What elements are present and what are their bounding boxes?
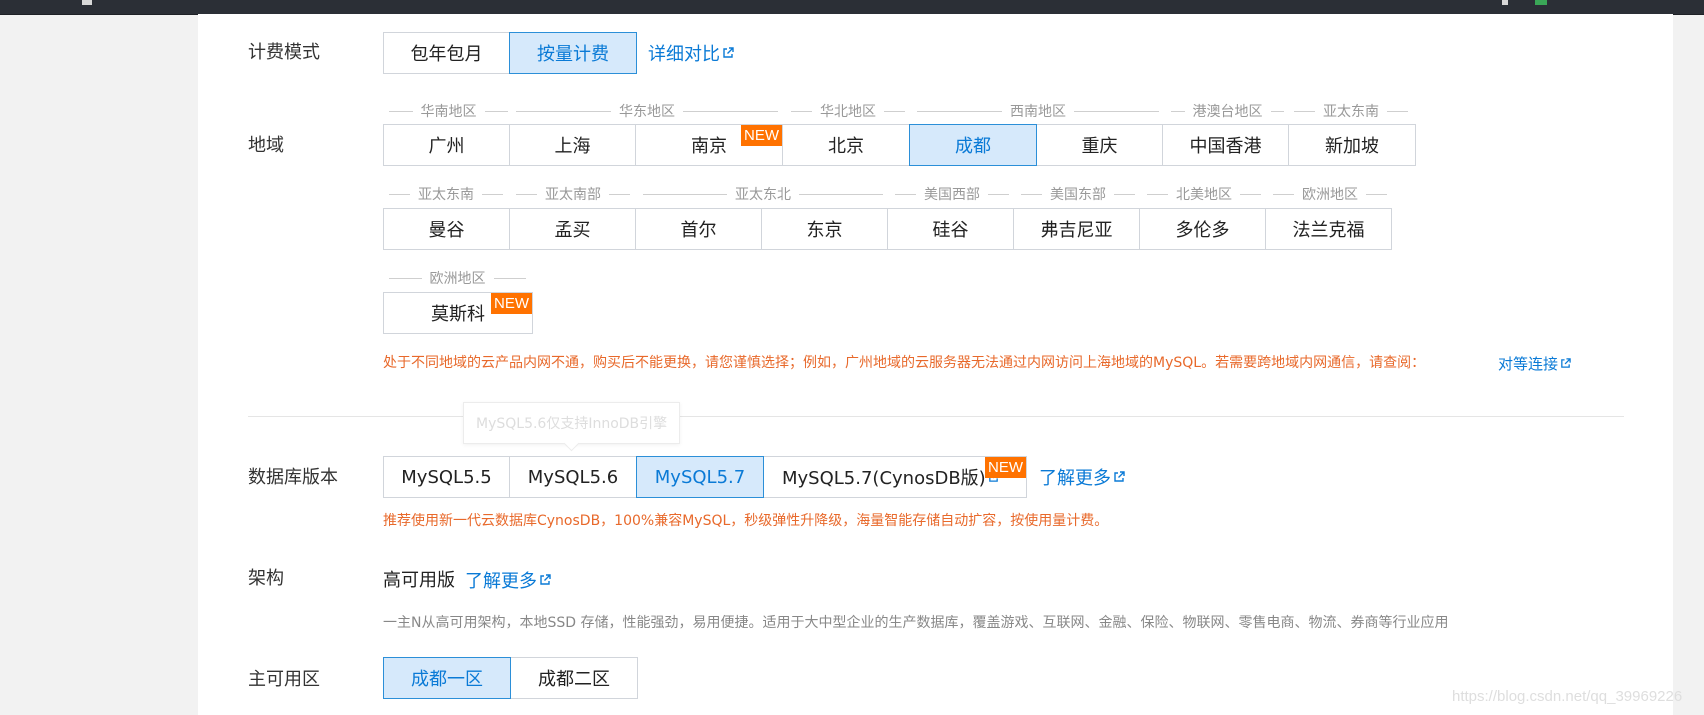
- region-option[interactable]: 广州: [383, 124, 510, 166]
- db-version-option-label: MySQL5.7(CynosDB版): [782, 468, 986, 489]
- region-option[interactable]: 北京: [782, 124, 910, 166]
- region-option[interactable]: 首尔: [635, 208, 762, 250]
- region-group-header: 华北地区: [791, 103, 905, 120]
- toolbar-mark: [1502, 0, 1508, 5]
- external-link-icon: [1561, 358, 1571, 368]
- region-group-header: 北美地区: [1147, 186, 1261, 203]
- new-badge: NEW: [985, 457, 1026, 478]
- region-option[interactable]: 孟买: [509, 208, 636, 250]
- browser-top-bar: [0, 0, 1704, 15]
- region-row-3: 莫斯科 NEW: [383, 292, 533, 334]
- region-row-1: 广州 上海 南京 NEW 北京 成都 重庆 中国香港 新加坡: [383, 124, 1416, 166]
- watermark: https://blog.csdn.net/qq_39969226: [1452, 688, 1683, 705]
- architecture-learn-more-text: 了解更多: [465, 571, 537, 592]
- peer-connection-link-text: 对等连接: [1498, 355, 1559, 373]
- peer-connection-link[interactable]: 对等连接: [1498, 353, 1571, 374]
- region-option[interactable]: 东京: [761, 208, 888, 250]
- region-group-header: 华东地区: [516, 103, 778, 120]
- region-group-header: 美国东部: [1021, 186, 1135, 203]
- region-group-header: 美国西部: [895, 186, 1009, 203]
- architecture-learn-more-link[interactable]: 了解更多: [465, 567, 551, 593]
- region-group-header: 华南地区: [389, 103, 508, 120]
- region-group-header: 欧洲地区: [1273, 186, 1387, 203]
- region-row-2: 曼谷 孟买 首尔 东京 硅谷 弗吉尼亚 多伦多 法兰克福: [383, 208, 1392, 250]
- billing-option-payg[interactable]: 按量计费: [509, 32, 637, 74]
- zone-option[interactable]: 成都二区: [510, 657, 638, 699]
- new-badge: NEW: [491, 293, 532, 314]
- db-version-option-selected[interactable]: MySQL5.7: [636, 456, 764, 498]
- region-group-header: 亚太东南: [1294, 103, 1408, 120]
- billing-compare-link-text: 详细对比: [648, 44, 720, 65]
- region-option[interactable]: 法兰克福: [1265, 208, 1392, 250]
- billing-compare-link[interactable]: 详细对比: [648, 40, 734, 66]
- new-badge: NEW: [741, 125, 782, 146]
- region-option[interactable]: 弗吉尼亚: [1013, 208, 1140, 250]
- region-group-header: 欧洲地区: [389, 270, 526, 287]
- toolbar-mark: [1535, 0, 1547, 5]
- db-version-option-cynosdb[interactable]: MySQL5.7(CynosDB版) NEW: [763, 456, 1027, 498]
- db-version-option[interactable]: MySQL5.6: [509, 456, 637, 498]
- external-link-icon: [1114, 471, 1125, 482]
- region-option[interactable]: 中国香港: [1162, 124, 1289, 166]
- billing-mode-label: 计费模式: [248, 42, 320, 63]
- region-group-header: 亚太南部: [516, 186, 630, 203]
- billing-mode-selector: 包年包月 按量计费: [383, 32, 637, 74]
- zone-option-selected[interactable]: 成都一区: [383, 657, 511, 699]
- region-option-label: 莫斯科: [431, 304, 485, 325]
- region-group-header: 港澳台地区: [1171, 103, 1284, 120]
- region-option[interactable]: 上海: [509, 124, 636, 166]
- db-version-note: 推荐使用新一代云数据库CynosDB，100%兼容MySQL，秒级弹性升降级，海…: [383, 513, 1109, 529]
- db-version-learn-more-text: 了解更多: [1039, 468, 1111, 489]
- architecture-description: 一主N从高可用架构，本地SSD 存储，性能强劲，易用便捷。适用于大中型企业的生产…: [383, 615, 1449, 631]
- primary-zone-label: 主可用区: [248, 669, 320, 690]
- region-option[interactable]: 重庆: [1036, 124, 1163, 166]
- region-option[interactable]: 莫斯科 NEW: [383, 292, 533, 334]
- db-version-learn-more-link[interactable]: 了解更多: [1039, 464, 1125, 490]
- billing-option-annual[interactable]: 包年包月: [383, 32, 510, 74]
- architecture-value: 高可用版: [383, 570, 455, 591]
- region-group-header: 西南地区: [917, 103, 1159, 120]
- db-version-option[interactable]: MySQL5.5: [383, 456, 510, 498]
- db-version-selector: MySQL5.5 MySQL5.6 MySQL5.7 MySQL5.7(Cyno…: [383, 456, 1027, 498]
- architecture-label: 架构: [248, 568, 284, 589]
- region-group-header: 亚太东北: [643, 186, 883, 203]
- region-option[interactable]: 曼谷: [383, 208, 510, 250]
- external-link-icon: [540, 574, 551, 585]
- db-version-label: 数据库版本: [248, 467, 338, 488]
- section-divider: [248, 416, 1624, 417]
- region-option[interactable]: 硅谷: [887, 208, 1014, 250]
- toolbar-mark: [82, 0, 92, 5]
- region-label: 地域: [248, 135, 284, 156]
- region-option[interactable]: 新加坡: [1288, 124, 1416, 166]
- region-option[interactable]: 多伦多: [1139, 208, 1266, 250]
- primary-zone-selector: 成都一区 成都二区: [383, 657, 638, 699]
- region-warning-text: 处于不同地域的云产品内网不通，购买后不能更换，请您谨慎选择；例如，广州地域的云服…: [383, 355, 1426, 371]
- external-link-icon: [723, 47, 734, 58]
- region-group-header: 亚太东南: [389, 186, 503, 203]
- region-option-selected[interactable]: 成都: [909, 124, 1037, 166]
- region-option-label: 南京: [691, 136, 727, 157]
- region-option[interactable]: 南京 NEW: [635, 124, 783, 166]
